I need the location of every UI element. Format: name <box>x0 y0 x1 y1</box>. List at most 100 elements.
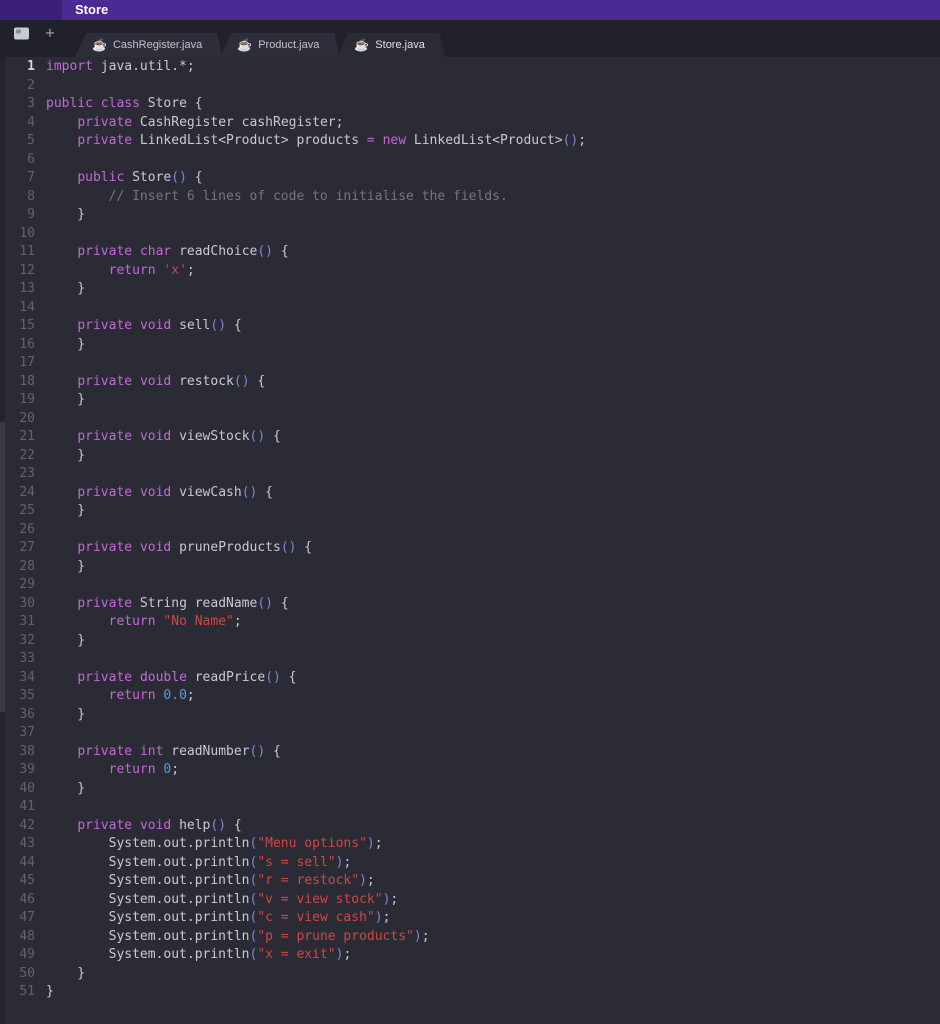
code-line[interactable]: 5 private LinkedList<Product> products =… <box>0 132 940 151</box>
code-line[interactable]: 44 System.out.println("s = sell"); <box>0 854 940 873</box>
code-text: } <box>46 392 86 407</box>
code-text: private char readChoice() { <box>77 244 289 259</box>
line-number: 39 <box>19 762 35 777</box>
code-text: public class Store { <box>46 96 203 111</box>
code-line[interactable]: 29 <box>0 576 940 595</box>
code-line[interactable]: 14 <box>0 299 940 318</box>
code-line[interactable]: 48 System.out.println("p = prune product… <box>0 928 940 947</box>
code-line[interactable]: 26 <box>0 521 940 540</box>
code-line[interactable]: 15 private void sell() { <box>0 317 940 336</box>
line-number: 35 <box>19 688 35 703</box>
code-text: System.out.println("s = sell"); <box>46 854 352 870</box>
code-line[interactable]: 20 <box>0 410 940 429</box>
line-number: 31 <box>19 614 35 629</box>
line-number: 22 <box>19 447 35 463</box>
code-line[interactable]: 50 } <box>0 965 940 984</box>
line-number: 8 <box>27 188 35 204</box>
code-line[interactable]: 24 private void viewCash() { <box>0 484 940 503</box>
title-bar: Store <box>0 0 940 20</box>
code-text: } <box>46 336 86 352</box>
code-line[interactable]: 32 } <box>0 632 940 651</box>
left-scrollbar-thumb[interactable] <box>0 422 5 712</box>
code-line[interactable]: 3 public class Store { <box>0 95 940 114</box>
code-line[interactable]: 2 <box>0 77 940 96</box>
code-line[interactable]: 49 System.out.println("x = exit"); <box>0 946 940 965</box>
tab-store-java[interactable]: ☕ Store.java <box>337 33 444 57</box>
tab-cashregister-java[interactable]: ☕ CashRegister.java <box>75 33 222 57</box>
line-number: 30 <box>19 595 35 611</box>
code-text: } <box>46 558 86 574</box>
tab-product-java[interactable]: ☕ Product.java <box>220 33 339 57</box>
code-text: private CashRegister cashRegister; <box>77 114 344 130</box>
code-line[interactable]: 31 return "No Name"; <box>0 613 940 632</box>
line-number: 14 <box>19 299 35 315</box>
code-text: System.out.println("c = view cash"); <box>46 910 391 925</box>
code-text: private void sell() { <box>77 318 242 333</box>
new-tab-button[interactable]: + <box>45 25 55 42</box>
code-text: } <box>46 780 86 796</box>
code-line[interactable]: 45 System.out.println("r = restock"); <box>0 872 940 891</box>
code-line[interactable]: 17 <box>0 354 940 373</box>
code-line[interactable]: 23 <box>0 465 940 484</box>
code-line[interactable]: 36 } <box>0 706 940 725</box>
code-line[interactable]: 28 } <box>0 558 940 577</box>
window-icon[interactable] <box>14 27 29 40</box>
code-line[interactable]: 7 public Store() { <box>0 169 940 188</box>
code-line[interactable]: 18 private void restock() { <box>0 373 940 392</box>
code-line[interactable]: 6 <box>0 151 940 170</box>
code-line[interactable]: 40 } <box>0 780 940 799</box>
code-lines: 1 import java.util.*; 2 3 public class Store… <box>0 58 940 1002</box>
code-line[interactable]: 25 } <box>0 502 940 521</box>
line-number: 15 <box>19 318 35 333</box>
line-number: 3 <box>27 96 35 111</box>
code-text: private void viewStock() { <box>77 429 281 444</box>
app-title: Store <box>75 2 109 17</box>
code-line[interactable]: 16 } <box>0 336 940 355</box>
java-file-icon: ☕ <box>92 38 107 52</box>
line-number: 19 <box>19 392 35 407</box>
code-line[interactable]: 37 <box>0 724 940 743</box>
java-file-icon: ☕ <box>354 38 370 52</box>
line-number: 32 <box>19 632 35 648</box>
code-line[interactable]: 39 return 0; <box>0 761 940 780</box>
line-number: 20 <box>19 410 35 426</box>
code-line[interactable]: 38 private int readNumber() { <box>0 743 940 762</box>
line-number: 5 <box>27 133 35 148</box>
code-editor[interactable]: 1 import java.util.*; 2 3 public class Store… <box>0 57 940 1024</box>
line-number: 38 <box>19 743 35 759</box>
code-line[interactable]: 35 return 0.0; <box>0 687 940 706</box>
code-line[interactable]: 34 private double readPrice() { <box>0 669 940 688</box>
code-line[interactable]: 27 private void pruneProducts() { <box>0 539 940 558</box>
line-number: 1 <box>27 59 35 74</box>
code-text: private String readName() { <box>77 595 289 611</box>
line-number: 34 <box>19 669 35 685</box>
code-line[interactable]: 33 <box>0 650 940 669</box>
titlebar-left-block <box>0 0 62 20</box>
code-line[interactable]: 4 private CashRegister cashRegister; <box>0 114 940 133</box>
tab-label: Store.java <box>375 39 425 51</box>
code-line[interactable]: 41 <box>0 798 940 817</box>
code-line[interactable]: 8 // Insert 6 lines of code to initialis… <box>0 188 940 207</box>
code-line[interactable]: 46 System.out.println("v = view stock"); <box>0 891 940 910</box>
code-line[interactable]: 21 private void viewStock() { <box>0 428 940 447</box>
code-line[interactable]: 47 System.out.println("c = view cash"); <box>0 909 940 928</box>
code-text: private void pruneProducts() { <box>77 540 313 555</box>
code-line[interactable]: 10 <box>0 225 940 244</box>
line-number: 10 <box>19 225 35 241</box>
code-line[interactable]: 30 private String readName() { <box>0 595 940 614</box>
code-text: } <box>46 632 86 648</box>
code-line[interactable]: 51} <box>0 983 940 1002</box>
line-number: 51 <box>19 984 35 999</box>
code-line[interactable]: 11 private char readChoice() { <box>0 243 940 262</box>
code-line[interactable]: 19 } <box>0 391 940 410</box>
code-line[interactable]: 43 System.out.println("Menu options"); <box>0 835 940 854</box>
code-text: return 0.0; <box>108 688 195 703</box>
code-line[interactable]: 12 return 'x'; <box>0 262 940 281</box>
code-line[interactable]: 22 } <box>0 447 940 466</box>
code-line[interactable]: 9 } <box>0 206 940 225</box>
code-line[interactable]: 1 import java.util.*; <box>0 58 940 77</box>
code-line[interactable]: 13 } <box>0 280 940 299</box>
line-number: 43 <box>19 836 35 851</box>
code-line[interactable]: 42 private void help() { <box>0 817 940 836</box>
line-number: 37 <box>19 725 35 740</box>
